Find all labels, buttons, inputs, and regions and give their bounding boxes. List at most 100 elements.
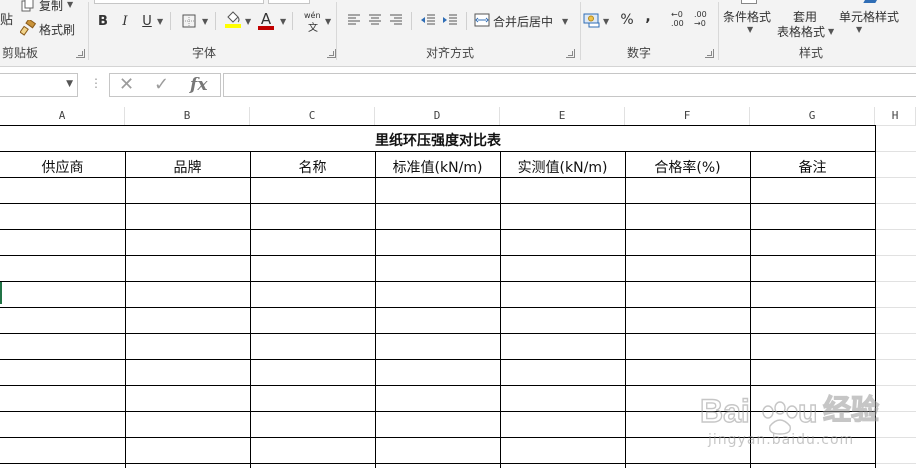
cell-styles-label[interactable]: 单元格样式	[839, 8, 899, 25]
gridline-horizontal	[876, 281, 916, 282]
table-format-label-line2[interactable]: 表格格式	[777, 23, 825, 40]
table-header-cell[interactable]: 品牌	[125, 151, 250, 177]
column-header-c[interactable]: C	[250, 107, 375, 125]
increase-indent-icon[interactable]	[441, 12, 459, 28]
table-header-cell[interactable]: 合格率(%)	[625, 151, 750, 177]
increase-decimal-bottom[interactable]: .00	[671, 19, 684, 28]
cancel-icon[interactable]: ✕	[119, 75, 134, 95]
decrease-decimal-bottom[interactable]: →0	[694, 19, 706, 28]
table-border-horizontal	[0, 359, 876, 360]
table-header-cell[interactable]: 名称	[250, 151, 375, 177]
fill-color-dropdown-icon[interactable]: ▼	[245, 17, 251, 26]
copy-dropdown-icon[interactable]: ▼	[67, 0, 73, 9]
column-header-b[interactable]: B	[125, 107, 250, 125]
column-header-g[interactable]: G	[750, 107, 875, 125]
table-border-horizontal	[0, 177, 876, 178]
font-color-dropdown-icon[interactable]: ▼	[280, 17, 286, 26]
table-border-horizontal	[0, 229, 876, 230]
clipboard-group: 贴 复制 ▼ 格式刷 剪贴板	[0, 0, 88, 66]
column-header-e[interactable]: E	[500, 107, 625, 125]
table-header-cell[interactable]: 供应商	[0, 151, 125, 177]
conditional-format-label[interactable]: 条件格式	[723, 8, 771, 25]
format-painter-icon[interactable]	[20, 20, 36, 36]
phonetic-dropdown-icon[interactable]: ▼	[325, 17, 331, 26]
decrease-decimal-top[interactable]: .00	[694, 10, 707, 19]
align-center-icon[interactable]	[367, 12, 383, 28]
table-border-vertical	[500, 151, 501, 468]
increase-decimal-top[interactable]: ←0	[671, 10, 683, 19]
table-header-cell[interactable]: 备注	[750, 151, 875, 177]
number-launcher-icon[interactable]	[705, 49, 714, 58]
align-left-icon[interactable]	[346, 12, 362, 28]
format-painter-label[interactable]: 格式刷	[39, 21, 75, 38]
formula-bar-grip-icon[interactable]: ⋮	[90, 76, 102, 90]
italic-button[interactable]: I	[117, 12, 133, 30]
gridline-horizontal	[876, 333, 916, 334]
paste-button-label[interactable]: 贴	[0, 9, 13, 28]
toolbar-divider	[215, 12, 216, 30]
column-header-h[interactable]: H	[875, 107, 916, 125]
alignment-group-label: 对齐方式	[426, 46, 475, 60]
conditional-format-icon[interactable]	[741, 0, 757, 4]
font-launcher-icon[interactable]	[327, 49, 336, 58]
table-border-horizontal	[0, 281, 876, 282]
formula-bar: ▼ ⋮ ✕ ✓ fx	[0, 67, 916, 103]
phonetic-guide-bottom[interactable]: 文	[308, 19, 318, 34]
gridline-horizontal	[876, 203, 916, 204]
clipboard-launcher-icon[interactable]	[76, 49, 85, 58]
formula-input[interactable]	[223, 73, 916, 97]
merge-center-dropdown-icon[interactable]: ▼	[562, 17, 568, 26]
accounting-dropdown-icon[interactable]: ▼	[603, 17, 609, 26]
table-header-cell[interactable]: 实测值(kN/m)	[500, 151, 625, 177]
number-group: ▼ % , ←0 .00 .00 →0 数字	[581, 0, 717, 66]
percent-button[interactable]: %	[618, 11, 636, 29]
gridline-horizontal	[876, 229, 916, 230]
copy-icon[interactable]	[20, 0, 36, 13]
gridline-horizontal	[876, 463, 916, 464]
table-border-horizontal	[0, 203, 876, 204]
border-dropdown-icon[interactable]: ▼	[202, 17, 208, 26]
table-header-cell[interactable]: 标准值(kN/m)	[375, 151, 500, 177]
decrease-indent-icon[interactable]	[419, 12, 437, 28]
border-icon[interactable]	[181, 12, 197, 30]
watermark-url: jingyan.baidu.com	[708, 432, 855, 448]
table-format-dropdown-icon[interactable]: ▼	[828, 27, 834, 36]
conditional-format-dropdown-icon[interactable]: ▼	[747, 25, 753, 34]
underline-button[interactable]: U	[139, 12, 155, 30]
align-right-icon[interactable]	[388, 12, 404, 28]
column-header-f[interactable]: F	[625, 107, 750, 125]
gridline-horizontal	[876, 177, 916, 178]
insert-function-icon[interactable]: fx	[190, 75, 207, 95]
formula-buttons: ✕ ✓ fx	[109, 73, 221, 97]
alignment-launcher-icon[interactable]	[566, 49, 575, 58]
toolbar-divider	[466, 12, 467, 30]
accounting-format-icon[interactable]	[583, 11, 601, 29]
cell-styles-dropdown-icon[interactable]: ▼	[856, 25, 862, 34]
gridline-horizontal	[876, 359, 916, 360]
sheet-title[interactable]: 里纸环压强度对比表	[0, 126, 876, 151]
fill-color-icon[interactable]	[224, 8, 242, 30]
column-header-a[interactable]: A	[0, 107, 125, 125]
column-header-d[interactable]: D	[375, 107, 500, 125]
styles-group: 条件格式 ▼ 套用 表格格式 ▼ 单元格样式 ▼ 样式	[719, 0, 916, 66]
number-group-label: 数字	[627, 46, 652, 60]
enter-icon[interactable]: ✓	[154, 75, 169, 95]
cell-styles-icon[interactable]	[863, 0, 879, 3]
underline-dropdown-icon[interactable]: ▼	[157, 17, 163, 26]
clipboard-group-label: 剪贴板	[2, 46, 39, 60]
name-box[interactable]: ▼	[0, 73, 78, 97]
name-box-dropdown-icon[interactable]: ▼	[66, 79, 73, 89]
table-border-horizontal	[0, 307, 876, 308]
merge-center-label[interactable]: 合并后居中	[493, 13, 553, 30]
comma-style-button[interactable]: ,	[641, 8, 655, 26]
font-group: B I U ▼ ▼ ▼ A ▼ wén 文 ▼ 字体	[89, 0, 336, 66]
table-border-horizontal	[0, 333, 876, 334]
table-border-vertical	[375, 151, 376, 468]
copy-button-label[interactable]: 复制	[39, 0, 63, 14]
merge-center-icon[interactable]	[473, 12, 491, 28]
svg-text:Bai: Bai	[700, 393, 750, 429]
font-color-swatch	[258, 26, 274, 30]
bold-button[interactable]: B	[95, 12, 111, 30]
baidu-watermark: Bai u 经验 jingyan.baidu.com	[699, 382, 910, 462]
font-group-label: 字体	[192, 46, 217, 60]
